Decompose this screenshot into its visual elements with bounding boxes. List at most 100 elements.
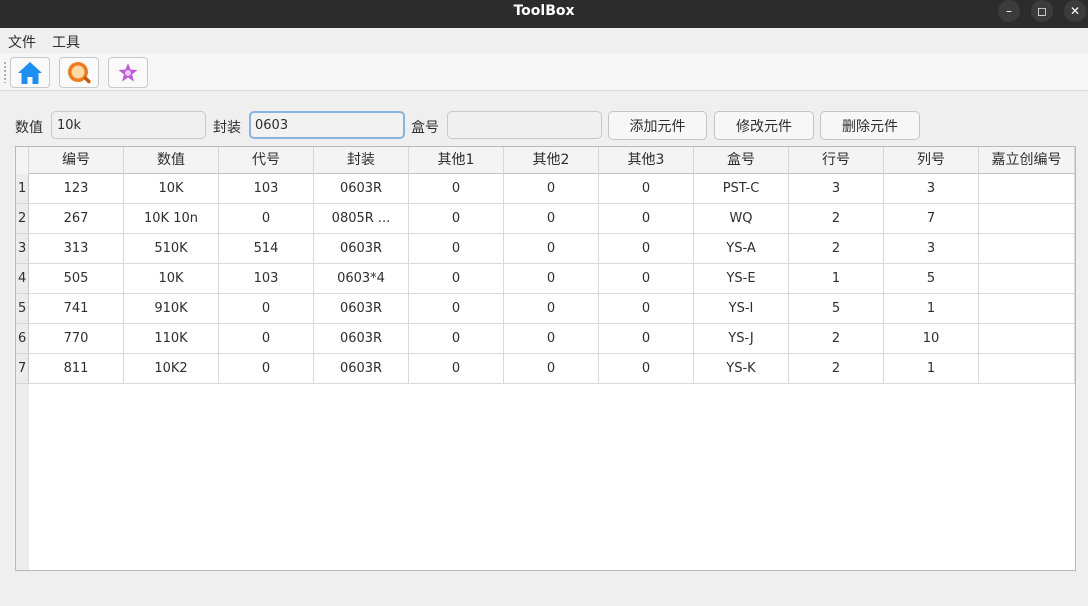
search-button[interactable] <box>59 57 99 88</box>
cell-other1[interactable]: 0 <box>409 294 504 324</box>
cell-other2[interactable]: 0 <box>504 204 599 234</box>
column-header-code[interactable]: 编号 <box>29 147 124 174</box>
cell-value[interactable]: 510K <box>124 234 219 264</box>
cell-box[interactable]: YS-K <box>694 354 789 384</box>
cell-other2[interactable]: 0 <box>504 234 599 264</box>
row-number[interactable]: 4 <box>16 264 29 294</box>
cell-lcsc-code[interactable] <box>979 354 1075 384</box>
cell-lcsc-code[interactable] <box>979 234 1075 264</box>
minimize-button[interactable]: – <box>998 0 1020 22</box>
table-row[interactable]: 5 741 910K 0 0603R 0 0 0 YS-I 5 1 <box>16 294 1075 324</box>
column-header-other1[interactable]: 其他1 <box>409 147 504 174</box>
cell-other1[interactable]: 0 <box>409 234 504 264</box>
column-header-row[interactable]: 行号 <box>789 147 884 174</box>
cell-lcsc-code[interactable] <box>979 264 1075 294</box>
cell-package[interactable]: 0603R <box>314 174 409 204</box>
cell-other3[interactable]: 0 <box>599 294 694 324</box>
cell-lcsc-code[interactable] <box>979 294 1075 324</box>
cell-lcsc-code[interactable] <box>979 174 1075 204</box>
cell-box[interactable]: PST-C <box>694 174 789 204</box>
box-input[interactable] <box>447 111 602 139</box>
table-row[interactable]: 2 267 10K 10n 0 0805R ... 0 0 0 WQ 2 7 <box>16 204 1075 234</box>
cell-designator[interactable]: 0 <box>219 354 314 384</box>
cell-other1[interactable]: 0 <box>409 354 504 384</box>
cell-designator[interactable]: 0 <box>219 294 314 324</box>
cell-code[interactable]: 267 <box>29 204 124 234</box>
cell-code[interactable]: 505 <box>29 264 124 294</box>
column-header-value[interactable]: 数值 <box>124 147 219 174</box>
cell-code[interactable]: 770 <box>29 324 124 354</box>
cell-value[interactable]: 110K <box>124 324 219 354</box>
cell-other1[interactable]: 0 <box>409 174 504 204</box>
cell-other2[interactable]: 0 <box>504 174 599 204</box>
edit-component-button[interactable]: 修改元件 <box>714 111 814 140</box>
cell-code[interactable]: 741 <box>29 294 124 324</box>
cell-col[interactable]: 1 <box>884 294 979 324</box>
cell-designator[interactable]: 103 <box>219 174 314 204</box>
cell-other3[interactable]: 0 <box>599 174 694 204</box>
value-input[interactable] <box>51 111 206 139</box>
cell-other3[interactable]: 0 <box>599 324 694 354</box>
cell-value[interactable]: 10K <box>124 174 219 204</box>
row-number[interactable]: 7 <box>16 354 29 384</box>
column-header-designator[interactable]: 代号 <box>219 147 314 174</box>
column-header-lcsc-code[interactable]: 嘉立创编号 <box>979 147 1075 174</box>
cell-other3[interactable]: 0 <box>599 354 694 384</box>
cell-package[interactable]: 0603R <box>314 354 409 384</box>
table-row[interactable]: 6 770 110K 0 0603R 0 0 0 YS-J 2 10 <box>16 324 1075 354</box>
cell-other1[interactable]: 0 <box>409 324 504 354</box>
cell-other2[interactable]: 0 <box>504 294 599 324</box>
column-header-box[interactable]: 盒号 <box>694 147 789 174</box>
cell-col[interactable]: 3 <box>884 234 979 264</box>
cell-other2[interactable]: 0 <box>504 354 599 384</box>
table-row[interactable]: 4 505 10K 103 0603*4 0 0 0 YS-E 1 5 <box>16 264 1075 294</box>
cell-col[interactable]: 10 <box>884 324 979 354</box>
table-row[interactable]: 1 123 10K 103 0603R 0 0 0 PST-C 3 3 <box>16 174 1075 204</box>
cell-col[interactable]: 7 <box>884 204 979 234</box>
cell-row[interactable]: 2 <box>789 354 884 384</box>
cell-code[interactable]: 123 <box>29 174 124 204</box>
table-corner[interactable] <box>16 147 29 174</box>
cell-package[interactable]: 0603R <box>314 324 409 354</box>
cell-row[interactable]: 2 <box>789 234 884 264</box>
column-header-other3[interactable]: 其他3 <box>599 147 694 174</box>
cell-col[interactable]: 5 <box>884 264 979 294</box>
cell-other2[interactable]: 0 <box>504 264 599 294</box>
cell-col[interactable]: 1 <box>884 354 979 384</box>
cell-package[interactable]: 0805R ... <box>314 204 409 234</box>
cell-other1[interactable]: 0 <box>409 204 504 234</box>
maximize-button[interactable]: ◻ <box>1031 0 1053 22</box>
cell-value[interactable]: 10K <box>124 264 219 294</box>
cell-value[interactable]: 910K <box>124 294 219 324</box>
table-row[interactable]: 3 313 510K 514 0603R 0 0 0 YS-A 2 3 <box>16 234 1075 264</box>
column-header-package[interactable]: 封装 <box>314 147 409 174</box>
puzzle-button[interactable] <box>108 57 148 88</box>
cell-box[interactable]: YS-J <box>694 324 789 354</box>
cell-row[interactable]: 2 <box>789 204 884 234</box>
cell-other3[interactable]: 0 <box>599 204 694 234</box>
delete-component-button[interactable]: 删除元件 <box>820 111 920 140</box>
cell-lcsc-code[interactable] <box>979 324 1075 354</box>
cell-other1[interactable]: 0 <box>409 264 504 294</box>
home-button[interactable] <box>10 57 50 88</box>
cell-code[interactable]: 811 <box>29 354 124 384</box>
cell-designator[interactable]: 0 <box>219 324 314 354</box>
cell-box[interactable]: WQ <box>694 204 789 234</box>
cell-other3[interactable]: 0 <box>599 234 694 264</box>
cell-designator[interactable]: 514 <box>219 234 314 264</box>
add-component-button[interactable]: 添加元件 <box>608 111 707 140</box>
cell-row[interactable]: 1 <box>789 264 884 294</box>
cell-box[interactable]: YS-E <box>694 264 789 294</box>
cell-row[interactable]: 2 <box>789 324 884 354</box>
menu-tools[interactable]: 工具 <box>52 32 80 52</box>
cell-value[interactable]: 10K 10n <box>124 204 219 234</box>
table-row[interactable]: 7 811 10K2 0 0603R 0 0 0 YS-K 2 1 <box>16 354 1075 384</box>
cell-package[interactable]: 0603*4 <box>314 264 409 294</box>
menu-file[interactable]: 文件 <box>8 32 36 52</box>
row-number[interactable]: 5 <box>16 294 29 324</box>
row-number[interactable]: 1 <box>16 174 29 204</box>
cell-col[interactable]: 3 <box>884 174 979 204</box>
cell-box[interactable]: YS-I <box>694 294 789 324</box>
toolbar-grip[interactable] <box>3 61 7 83</box>
cell-other3[interactable]: 0 <box>599 264 694 294</box>
